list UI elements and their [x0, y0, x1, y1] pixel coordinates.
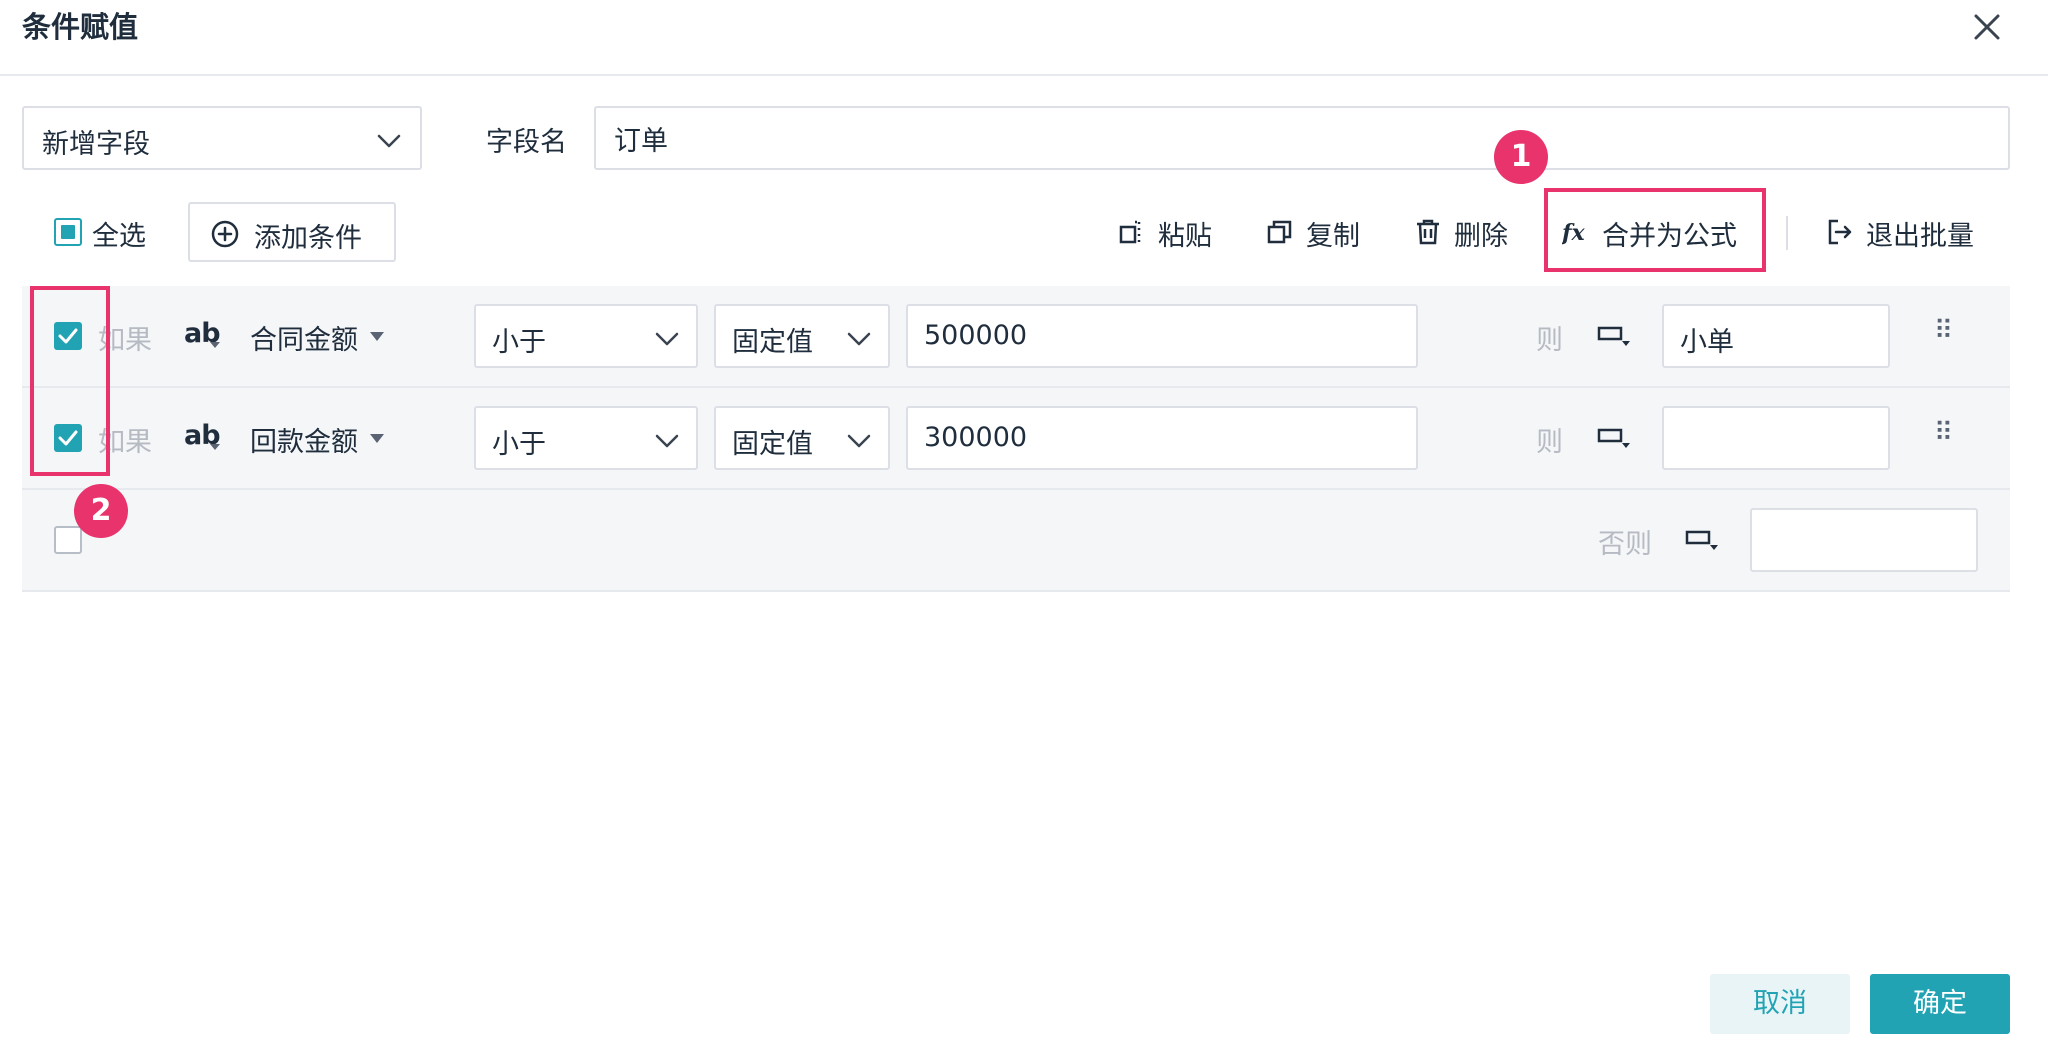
else-label: 否则 [1598, 529, 1652, 560]
result-input[interactable]: 小单 [1662, 304, 1890, 368]
result-value: 小单 [1680, 327, 1734, 358]
drag-handle-icon[interactable]: ⠿ [1934, 418, 1954, 448]
value-mode-icon[interactable] [1684, 526, 1722, 554]
close-icon [1974, 14, 2000, 40]
condition-field[interactable]: 回款金额 [250, 420, 358, 459]
annotation-badge-1: 1 [1494, 130, 1548, 184]
value-type-value: 固定值 [732, 429, 813, 460]
then-label: 则 [1536, 427, 1563, 458]
chevron-down-icon [655, 332, 679, 346]
chevron-down-icon [655, 434, 679, 448]
value-type-value: 固定值 [732, 327, 813, 358]
condition-value-input[interactable]: 300000 [906, 406, 1418, 470]
trash-icon [1417, 219, 1439, 245]
annotation-highlight-merge [1544, 188, 1766, 272]
field-name-label: 字段名 [486, 127, 567, 158]
exit-icon [1828, 219, 1852, 245]
delete-label: 删除 [1454, 221, 1508, 252]
operator-select[interactable]: 小于 [474, 304, 698, 368]
paste-label: 粘贴 [1158, 221, 1212, 252]
else-row: 否则 [0, 490, 2048, 590]
operator-value: 小于 [492, 429, 546, 460]
paste-icon [1119, 220, 1141, 244]
paste-button[interactable]: 粘贴 [1118, 206, 1218, 258]
copy-label: 复制 [1306, 221, 1360, 252]
else-checkbox[interactable] [54, 526, 82, 554]
exit-batch-label: 退出批量 [1866, 221, 1974, 252]
select-all-checkbox[interactable] [54, 218, 82, 246]
condition-row: 如果 ab 回款金额 小于 固定值 300000 则 ⠿ [0, 388, 2048, 488]
copy-button[interactable]: 复制 [1266, 206, 1366, 258]
type-caret-icon [210, 444, 220, 450]
dialog-title: 条件赋值 [22, 10, 139, 44]
value-type-select[interactable]: 固定值 [714, 406, 890, 470]
copy-icon [1267, 220, 1292, 244]
field-mode-select[interactable]: 新增字段 [22, 106, 422, 170]
condition-value: 300000 [924, 422, 1028, 453]
annotation-badge-2: 2 [74, 484, 128, 538]
field-name-input[interactable] [594, 106, 2010, 170]
operator-select[interactable]: 小于 [474, 406, 698, 470]
condition-row: 如果 ab 合同金额 小于 固定值 500000 则 小单 ⠿ [0, 286, 2048, 386]
chevron-down-icon [847, 332, 871, 346]
exit-batch-button[interactable]: 退出批量 [1826, 206, 1986, 258]
add-condition-label: 添加条件 [254, 223, 362, 254]
plus-circle-icon [211, 220, 239, 248]
operator-value: 小于 [492, 327, 546, 358]
chevron-down-icon [377, 134, 401, 148]
select-all-label[interactable]: 全选 [92, 214, 146, 253]
condition-field[interactable]: 合同金额 [250, 318, 358, 357]
row-divider [22, 590, 2010, 592]
else-result-input[interactable] [1750, 508, 1978, 572]
field-mode-value: 新增字段 [42, 129, 150, 160]
caret-down-icon[interactable] [370, 332, 384, 341]
condition-value-input[interactable]: 500000 [906, 304, 1418, 368]
cancel-button[interactable]: 取消 [1710, 974, 1850, 1034]
caret-down-icon[interactable] [370, 434, 384, 443]
chevron-down-icon [847, 434, 871, 448]
delete-button[interactable]: 删除 [1414, 206, 1514, 258]
type-caret-icon [210, 342, 220, 348]
condition-value: 500000 [924, 320, 1028, 351]
add-condition-button[interactable]: 添加条件 [188, 202, 396, 262]
close-button[interactable] [1966, 6, 2008, 48]
value-type-select[interactable]: 固定值 [714, 304, 890, 368]
toolbar-divider [1786, 216, 1788, 250]
value-mode-icon[interactable] [1596, 322, 1634, 350]
annotation-highlight-checkboxes [30, 286, 110, 476]
confirm-button[interactable]: 确定 [1870, 974, 2010, 1034]
header-divider [0, 74, 2048, 76]
value-mode-icon[interactable] [1596, 424, 1634, 452]
then-label: 则 [1536, 325, 1563, 356]
result-input[interactable] [1662, 406, 1890, 470]
drag-handle-icon[interactable]: ⠿ [1934, 316, 1954, 346]
